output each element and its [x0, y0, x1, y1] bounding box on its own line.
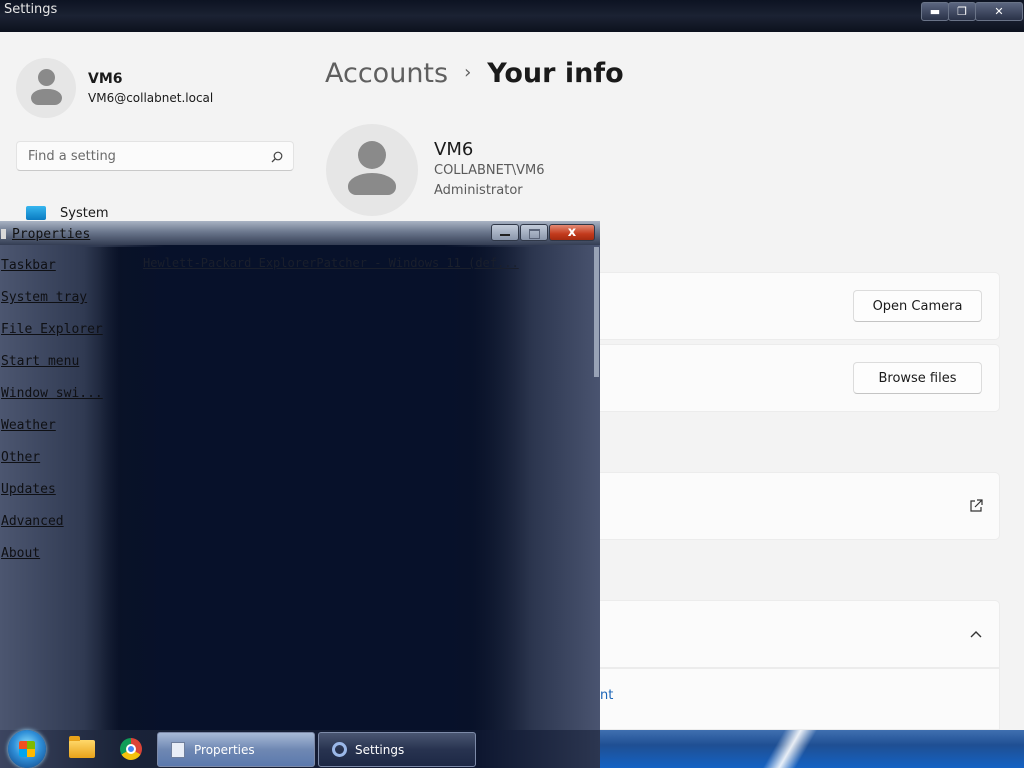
gear-icon — [332, 742, 347, 757]
nav-link-updates[interactable]: Updates — [1, 482, 56, 497]
windows-logo-lower — [19, 749, 35, 757]
nav-link-file-explorer[interactable]: File Explorer — [1, 322, 103, 337]
search-box[interactable] — [16, 141, 294, 171]
user-name: VM6 — [88, 71, 123, 87]
app-icon — [1, 229, 6, 239]
properties-header-link[interactable]: Hewlett-Packard ExplorerPatcher - Window… — [143, 256, 519, 270]
open-external-icon[interactable] — [969, 499, 983, 513]
taskbar-item-properties[interactable]: Properties — [157, 732, 315, 767]
chevron-right-icon: › — [464, 62, 472, 83]
browse-files-button[interactable]: Browse files — [853, 362, 982, 394]
avatar-body-icon — [31, 89, 62, 105]
settings-title-bar: Settings ▬ ❐ ✕ — [0, 0, 1024, 32]
taskbar-item-label: Settings — [355, 743, 405, 757]
taskbar-item-label: Properties — [194, 743, 255, 757]
profile-domain: COLLABNET\VM6 — [434, 163, 545, 178]
settings-window-title: Settings — [4, 2, 58, 17]
start-button[interactable] — [8, 730, 46, 768]
properties-window: Properties x — [0, 221, 600, 768]
folder-icon — [69, 736, 95, 758]
sidebar-item-label: System — [60, 206, 109, 221]
breadcrumb-accounts[interactable]: Accounts — [325, 58, 448, 89]
nav-link-window-switcher[interactable]: Window swi... — [1, 386, 103, 401]
properties-content-pane — [100, 245, 530, 768]
open-camera-button[interactable]: Open Camera — [853, 290, 982, 322]
expander-link[interactable]: nt — [600, 688, 613, 703]
expander-content — [590, 668, 1000, 730]
properties-close-button[interactable]: x — [549, 224, 595, 241]
profile-avatar — [326, 124, 418, 216]
nav-link-taskbar[interactable]: Taskbar — [1, 258, 56, 273]
profile-role: Administrator — [434, 183, 523, 198]
page-title: Your info — [487, 58, 624, 89]
chrome-icon[interactable] — [116, 734, 146, 764]
external-link-card[interactable] — [590, 472, 1000, 540]
nav-link-advanced[interactable]: Advanced — [1, 514, 64, 529]
search-input[interactable] — [26, 148, 260, 165]
avatar-head-icon — [38, 69, 55, 86]
search-icon[interactable] — [271, 151, 283, 163]
taskbar — [0, 730, 1024, 768]
expander-card[interactable] — [590, 600, 1000, 668]
user-email: VM6@collabnet.local — [88, 91, 214, 105]
nav-link-about[interactable]: About — [1, 546, 40, 561]
avatar-body-icon — [348, 173, 396, 195]
user-avatar[interactable] — [16, 58, 76, 118]
avatar-head-icon — [358, 141, 386, 169]
chevron-up-icon[interactable] — [969, 629, 983, 639]
file-explorer-icon[interactable] — [67, 734, 97, 764]
taskbar-item-settings[interactable]: Settings — [318, 732, 476, 767]
properties-title: Properties — [12, 227, 91, 242]
chrome-core — [126, 744, 136, 754]
close-button[interactable]: ✕ — [975, 2, 1023, 21]
properties-app-icon — [171, 742, 185, 758]
properties-minimize-button[interactable] — [491, 224, 519, 241]
properties-scrollbar[interactable] — [594, 247, 599, 377]
properties-maximize-button[interactable] — [520, 224, 548, 241]
minimize-button[interactable]: ▬ — [921, 2, 949, 21]
maximize-button[interactable]: ❐ — [948, 2, 976, 21]
wallpaper-streak — [760, 730, 820, 768]
nav-link-other[interactable]: Other — [1, 450, 40, 465]
nav-link-start-menu[interactable]: Start menu — [1, 354, 79, 369]
monitor-icon — [26, 206, 46, 220]
nav-link-weather[interactable]: Weather — [1, 418, 56, 433]
profile-name: VM6 — [434, 139, 474, 160]
nav-link-system-tray[interactable]: System tray — [1, 290, 87, 305]
breadcrumb: Accounts › Your info — [325, 58, 624, 89]
